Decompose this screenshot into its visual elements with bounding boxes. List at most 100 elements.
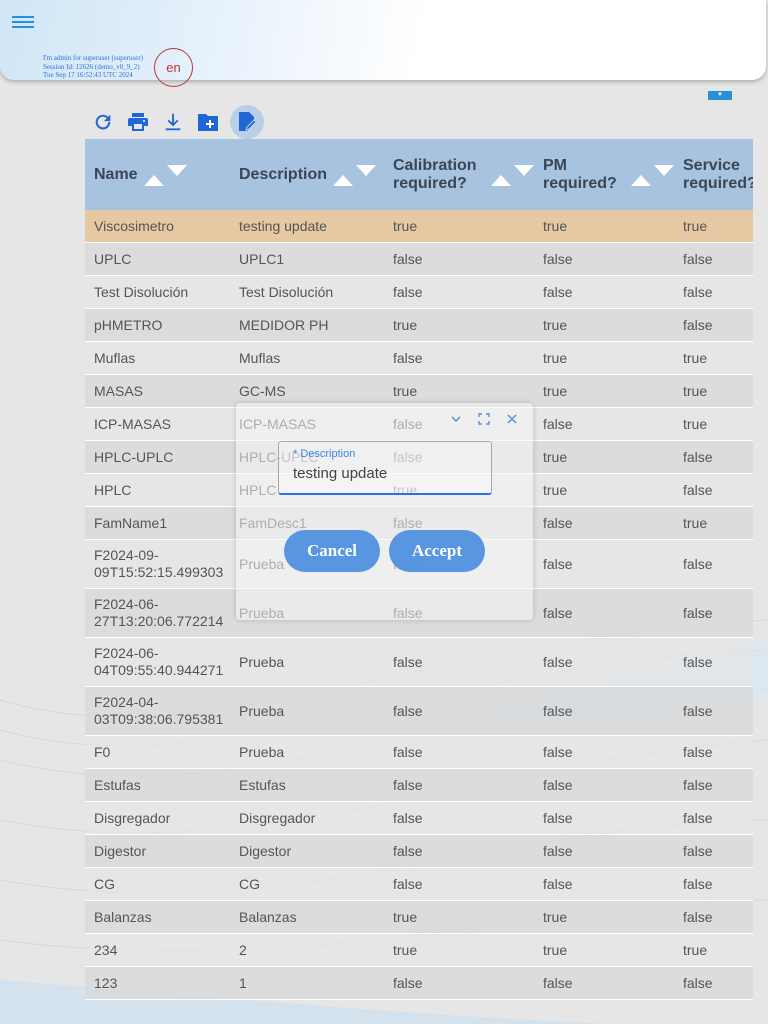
table-cell: Muflas	[230, 341, 384, 375]
table-cell: false	[674, 242, 753, 276]
table-cell: false	[534, 867, 674, 901]
table-header-row: Name Description Calibration required? PM r…	[85, 139, 753, 210]
table-cell: false	[384, 275, 534, 309]
table-cell: false	[674, 735, 753, 769]
hamburger-menu-icon[interactable]	[12, 13, 34, 33]
close-icon[interactable]	[505, 412, 519, 426]
refresh-icon[interactable]	[90, 106, 116, 138]
table-row[interactable]: 234 2 true true true	[85, 933, 753, 967]
download-icon[interactable]	[160, 106, 186, 138]
column-header-3[interactable]: PM required?	[534, 139, 674, 210]
table-cell: Muflas	[85, 341, 230, 375]
table-cell: true	[534, 374, 674, 408]
table-cell: false	[534, 588, 674, 638]
table-cell: UPLC1	[230, 242, 384, 276]
column-header-4[interactable]: Service required?	[674, 139, 753, 210]
sort-ascending-icon[interactable]	[143, 175, 164, 186]
minimize-icon[interactable]	[449, 412, 463, 426]
column-header-label: Service required?	[683, 156, 753, 192]
table-row[interactable]: pHMETRO MEDIDOR PH true true false	[85, 308, 753, 342]
table-cell: FamName1	[85, 506, 230, 540]
table-row[interactable]: F2024-06-04T09:55:40.944271 Prueba false fa…	[85, 637, 753, 687]
sort-icon[interactable]	[333, 163, 377, 186]
table-cell: Balanzas	[85, 900, 230, 934]
table-cell: true	[534, 440, 674, 474]
table-row[interactable]: F2024-04-03T09:38:06.795381 Prueba false fa…	[85, 686, 753, 736]
table-cell: F0	[85, 735, 230, 769]
column-header-2[interactable]: Calibration required?	[384, 139, 534, 210]
table-cell: false	[384, 768, 534, 802]
table-row[interactable]: Muflas Muflas false true true	[85, 341, 753, 375]
table-row[interactable]: Digestor Digestor false false false	[85, 834, 753, 868]
table-cell: F2024-06-04T09:55:40.944271	[85, 637, 230, 687]
table-cell: false	[674, 686, 753, 736]
column-header-1[interactable]: Description	[230, 139, 384, 210]
column-header-0[interactable]: Name	[85, 139, 230, 210]
sort-ascending-icon[interactable]	[333, 175, 354, 186]
sort-icon[interactable]	[491, 163, 534, 186]
table-cell: 2	[230, 933, 384, 967]
table-cell: false	[534, 539, 674, 589]
table-cell: CG	[85, 867, 230, 901]
table-cell: true	[384, 900, 534, 934]
cancel-button[interactable]: Cancel	[284, 530, 380, 572]
table-cell: false	[674, 801, 753, 835]
new-folder-icon[interactable]	[195, 106, 221, 138]
collapse-chevron-icon[interactable]: ▼	[708, 91, 732, 100]
description-field-label: * Description	[293, 448, 356, 460]
column-header-label: Description	[239, 165, 328, 183]
table-cell: true	[534, 341, 674, 375]
table-cell: false	[674, 637, 753, 687]
table-row[interactable]: Viscosimetro testing update true true true	[85, 210, 753, 243]
table-cell: false	[384, 637, 534, 687]
table-cell: false	[534, 506, 674, 540]
table-cell: false	[534, 834, 674, 868]
table-row[interactable]: Disgregador Disgregador false false false	[85, 801, 753, 835]
table-row[interactable]: Balanzas Balanzas true true false	[85, 900, 753, 934]
session-user-line: I'm admin for superuser (superuser)	[43, 54, 144, 62]
print-icon[interactable]	[125, 106, 151, 138]
sort-descending-icon[interactable]	[166, 165, 187, 176]
table-cell: false	[534, 637, 674, 687]
edit-document-icon[interactable]	[230, 105, 264, 139]
table-cell: true	[384, 308, 534, 342]
table-cell: false	[384, 834, 534, 868]
table-row[interactable]: UPLC UPLC1 false false false	[85, 242, 753, 276]
table-row[interactable]: F0 Prueba false false false	[85, 735, 753, 769]
table-cell: true	[534, 308, 674, 342]
sort-ascending-icon[interactable]	[631, 175, 651, 186]
table-cell: Prueba	[230, 637, 384, 687]
table-cell: false	[384, 966, 534, 1000]
sort-descending-icon[interactable]	[514, 165, 534, 176]
table-row[interactable]: CG CG false false false	[85, 867, 753, 901]
column-header-label: PM required?	[543, 156, 617, 192]
sort-icon[interactable]	[631, 163, 674, 186]
description-input[interactable]	[293, 465, 478, 482]
table-cell: true	[674, 933, 753, 967]
session-date-line: Tue Sep 17 16:52:43 UTC 2024	[43, 71, 133, 79]
table-cell: F2024-09-09T15:52:15.499303	[85, 539, 230, 589]
table-row[interactable]: 123 1 false false false	[85, 966, 753, 1000]
table-cell: true	[534, 933, 674, 967]
accept-button[interactable]: Accept	[389, 530, 485, 572]
table-cell: F2024-04-03T09:38:06.795381	[85, 686, 230, 736]
table-cell: Prueba	[230, 686, 384, 736]
language-button[interactable]: en	[154, 48, 193, 87]
table-cell: Prueba	[230, 735, 384, 769]
table-cell: true	[674, 506, 753, 540]
sort-descending-icon[interactable]	[356, 165, 377, 176]
table-cell: false	[674, 900, 753, 934]
table-cell: MASAS	[85, 374, 230, 408]
table-cell: CG	[230, 867, 384, 901]
table-cell: true	[674, 210, 753, 243]
sort-ascending-icon[interactable]	[491, 175, 511, 186]
column-header-label: Name	[94, 165, 138, 183]
sort-descending-icon[interactable]	[654, 165, 674, 176]
table-row[interactable]: Estufas Estufas false false false	[85, 768, 753, 802]
table-row[interactable]: Test Disolución Test Disolución false false…	[85, 275, 753, 309]
session-info: I'm admin for superuser (superuser) Sess…	[43, 54, 163, 80]
table-cell: Digestor	[230, 834, 384, 868]
sort-icon[interactable]	[143, 163, 187, 186]
table-cell: false	[384, 686, 534, 736]
maximize-icon[interactable]	[477, 412, 491, 426]
